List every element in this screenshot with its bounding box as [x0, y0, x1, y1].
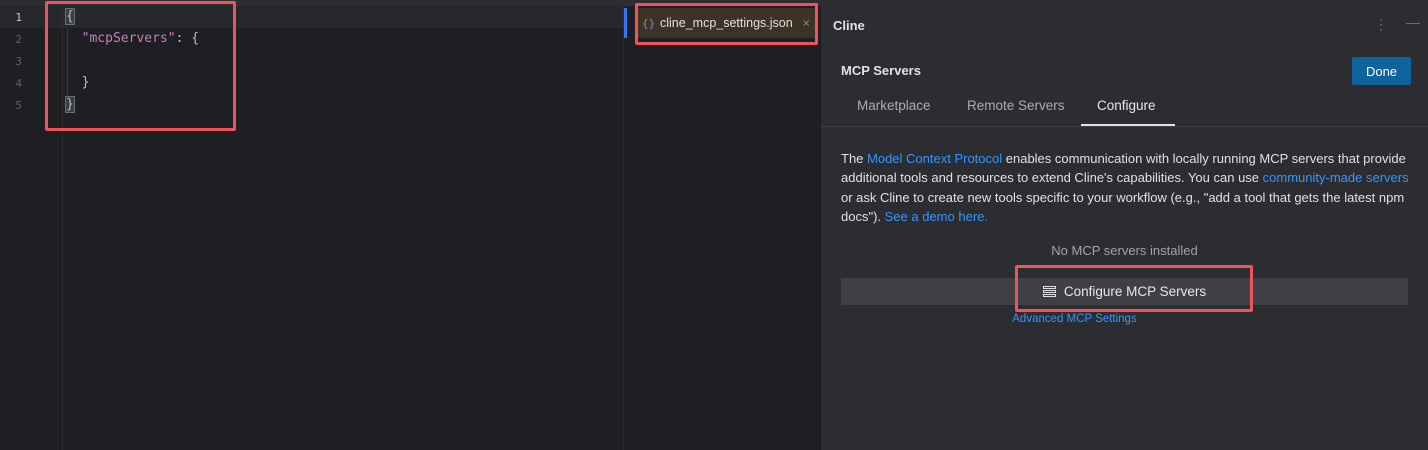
- advanced-settings-link-row: Advanced MCP Settings: [821, 313, 1328, 325]
- configure-button-label: Configure MCP Servers: [1063, 284, 1207, 299]
- json-file-icon: {}: [642, 16, 656, 30]
- code-line[interactable]: "mcpServers": {: [66, 29, 199, 49]
- matched-brace: }: [65, 96, 75, 113]
- line-number: 3: [15, 55, 22, 68]
- done-button[interactable]: Done: [1352, 57, 1411, 85]
- json-punct: : {: [175, 31, 200, 46]
- desc-text: The: [841, 151, 868, 166]
- active-tab-underline: [1081, 124, 1175, 126]
- minimize-icon[interactable]: —: [1406, 14, 1420, 30]
- cline-panel: Cline ⋮ — MCP Servers Done Marketplace R…: [821, 0, 1428, 450]
- close-icon[interactable]: ×: [803, 16, 810, 30]
- mcp-protocol-link[interactable]: Model Context Protocol: [867, 151, 1002, 166]
- code-line[interactable]: }: [65, 95, 75, 115]
- code-line[interactable]: }: [66, 73, 90, 93]
- demo-link[interactable]: See a demo here.: [885, 209, 988, 224]
- active-tab-indicator: [624, 8, 627, 38]
- file-tab-panel: {} cline_mcp_settings.json ×: [624, 0, 821, 450]
- tab-remote-servers[interactable]: Remote Servers: [967, 98, 1065, 113]
- community-servers-link[interactable]: community-made servers: [1263, 170, 1409, 185]
- current-line-highlight: [0, 6, 624, 28]
- matched-brace: {: [65, 8, 75, 25]
- code-line[interactable]: {: [65, 7, 75, 27]
- configure-mcp-servers-button[interactable]: Configure MCP Servers: [841, 278, 1408, 305]
- code-editor[interactable]: 1 2 3 4 5 { "mcpServers": { } }: [0, 0, 624, 450]
- more-options-icon[interactable]: ⋮: [1374, 16, 1388, 33]
- line-number: 2: [15, 33, 22, 46]
- line-number-gutter: 1 2 3 4 5: [0, 6, 63, 450]
- line-number: 1: [15, 11, 22, 24]
- tab-marketplace[interactable]: Marketplace: [857, 98, 931, 113]
- mcp-description: The Model Context Protocol enables commu…: [841, 149, 1421, 226]
- panel-title: Cline: [833, 18, 865, 33]
- line-number: 4: [15, 77, 22, 90]
- tab-panel-top-bar: [624, 0, 821, 6]
- advanced-mcp-settings-link[interactable]: Advanced MCP Settings: [1012, 313, 1136, 325]
- json-key: "mcpServers": [81, 31, 176, 46]
- file-tab[interactable]: {} cline_mcp_settings.json ×: [638, 8, 818, 38]
- mcp-tabs: Marketplace Remote Servers Configure: [821, 88, 1428, 127]
- mcp-servers-title: MCP Servers: [841, 63, 921, 78]
- line-number: 5: [15, 99, 22, 112]
- file-tab-label: cline_mcp_settings.json: [660, 16, 793, 30]
- empty-state-text: No MCP servers installed: [1051, 243, 1198, 258]
- tab-configure[interactable]: Configure: [1097, 98, 1156, 113]
- server-icon: [1042, 285, 1056, 298]
